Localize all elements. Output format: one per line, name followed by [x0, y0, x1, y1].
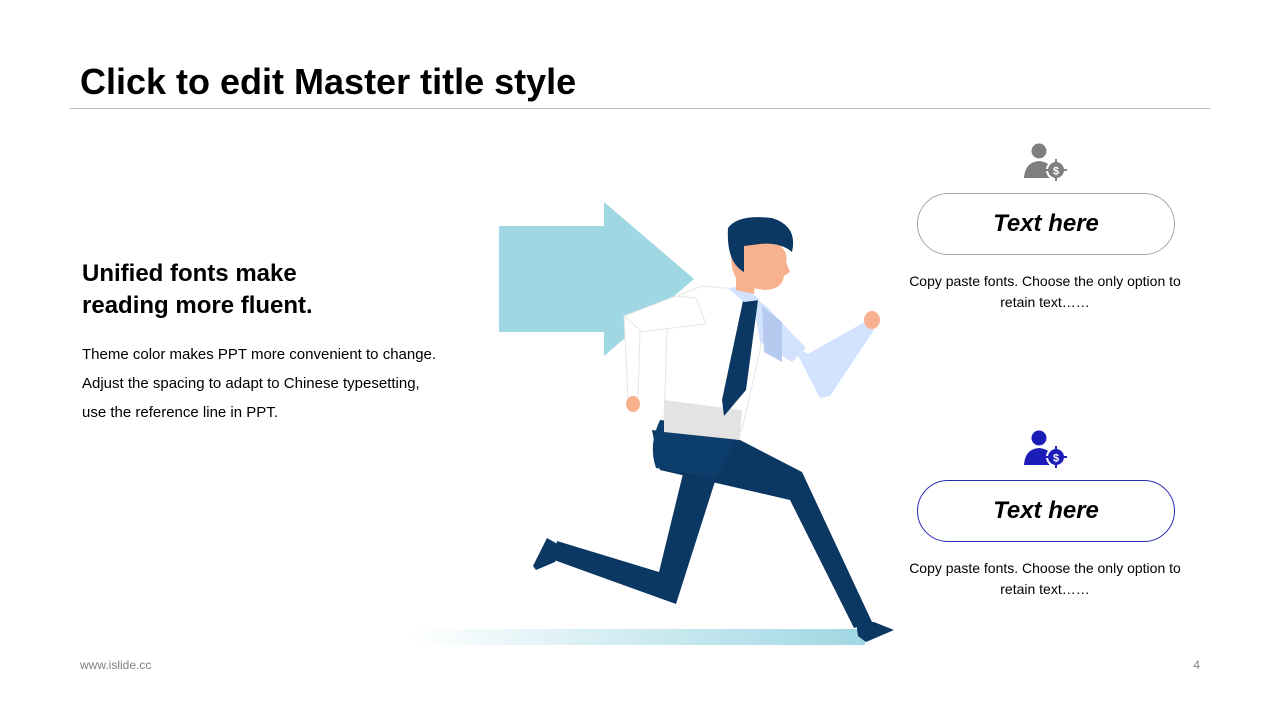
text-here-button-2[interactable]: Text here	[917, 480, 1175, 542]
card-1-desc-line2: retain text……	[1000, 294, 1090, 310]
text-here-label-1: Text here	[993, 210, 1099, 237]
svg-text:$: $	[1053, 166, 1059, 178]
front-forearm	[792, 320, 874, 398]
footer-url: www.islide.cc	[80, 658, 152, 672]
slide-title[interactable]: Click to edit Master title style	[80, 60, 576, 104]
card-1-desc-line1: Copy paste fonts. Choose the only option…	[909, 273, 1181, 289]
page-number: 4	[1193, 658, 1200, 672]
arrow-shape	[499, 202, 694, 356]
title-divider	[70, 108, 1210, 109]
text-here-button-1[interactable]: Text here	[917, 193, 1175, 255]
front-hand	[864, 311, 880, 329]
user-dollar-icon: $	[1024, 143, 1067, 181]
text-here-label-2: Text here	[993, 497, 1099, 524]
card-2-desc-line2: retain text……	[1000, 581, 1090, 597]
back-hand	[626, 396, 640, 412]
user-dollar-icon: $	[1024, 430, 1067, 468]
svg-text:$: $	[1053, 453, 1059, 465]
ground-shadow	[410, 629, 865, 645]
sleeve-shade	[762, 306, 782, 362]
card-2-desc-line1: Copy paste fonts. Choose the only option…	[909, 560, 1181, 576]
left-heading-line2: reading more fluent.	[82, 292, 313, 319]
left-heading-line1: Unified fonts make	[82, 260, 297, 287]
left-heading[interactable]: Unified fonts make reading more fluent.	[82, 258, 442, 322]
card-2-description[interactable]: Copy paste fonts. Choose the only option…	[895, 558, 1195, 600]
running-businessman-illustration	[410, 202, 894, 645]
card-1-description[interactable]: Copy paste fonts. Choose the only option…	[895, 271, 1195, 313]
back-forearm	[623, 314, 641, 399]
